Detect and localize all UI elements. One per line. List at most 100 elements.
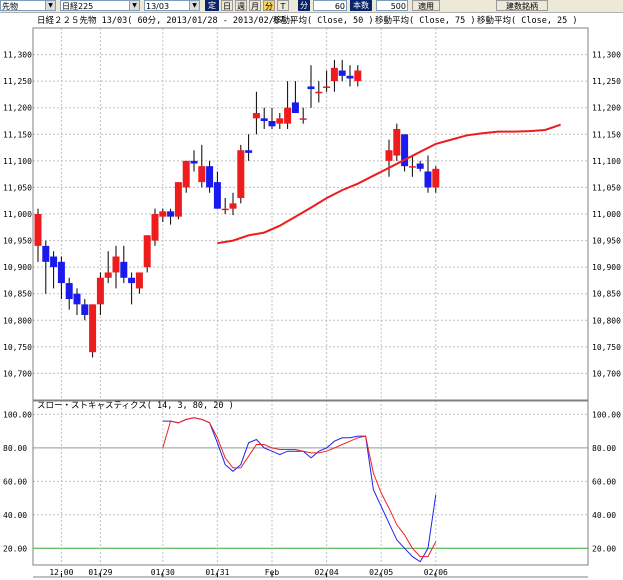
- price-tick-label-left: 11,000: [3, 210, 32, 219]
- axes: 11,300 11,300 11,250 11,250 11,200 11,200 11,1…: [3, 27, 621, 578]
- candle-up: [182, 160, 190, 188]
- candle-down: [50, 256, 58, 268]
- candle-down: [338, 70, 346, 76]
- candle-up: [284, 107, 292, 124]
- stochastics-tick-label-right: 20.00: [592, 544, 616, 553]
- candle-up: [96, 277, 104, 305]
- price-tick-label-right: 11,250: [592, 77, 621, 86]
- time-tick-label: 01/29: [88, 568, 112, 577]
- candle-up: [330, 67, 338, 82]
- stochastics-tick-label-left: 60.00: [3, 477, 27, 486]
- price-tick-label-right: 11,300: [592, 51, 621, 60]
- price-tick-label-left: 11,250: [3, 77, 32, 86]
- brand-button[interactable]: 建数銘柄: [496, 0, 548, 11]
- toolbar: 先物 ▼ 日経225 ▼ 13/03 ▼ 定 日 週 月 分 T 分 60 本数 50…: [0, 0, 623, 13]
- chart-canvas: 11,300 11,300 11,250 11,250 11,200 11,200 11,1…: [3, 15, 621, 578]
- candle-down: [260, 118, 268, 121]
- candle-down: [245, 150, 253, 153]
- stochastic-lines: [162, 417, 437, 563]
- price-tick-label-right: 11,200: [592, 104, 621, 113]
- fixed-label: 定: [205, 0, 219, 11]
- apply-button[interactable]: 適用: [412, 0, 440, 11]
- market-select[interactable]: 先物 ▼: [0, 0, 56, 11]
- price-tick-label-left: 11,100: [3, 157, 32, 166]
- candle-up: [354, 70, 362, 82]
- ma-label-75: 移動平均( Close, 75 ): [375, 15, 476, 26]
- candle-down: [65, 283, 73, 300]
- ma-label-50: 移動平均( Close, 50 ): [273, 15, 374, 26]
- candle-up: [104, 272, 112, 278]
- candle-series: [34, 59, 440, 358]
- candle-down: [167, 211, 175, 217]
- candle-down: [291, 102, 299, 114]
- candle-up: [299, 118, 307, 120]
- candle-up: [385, 150, 393, 161]
- period-button-minute[interactable]: 分: [263, 0, 275, 11]
- chart-labels: 日経２２５先物 13/03( 60分, 2013/01/28 - 2013/02…: [37, 15, 578, 411]
- candle-up: [432, 168, 440, 188]
- time-tick-label: 01/30: [151, 568, 175, 577]
- stochastics-tick-label-left: 20.00: [3, 544, 27, 553]
- candle-up: [34, 214, 42, 246]
- stochastics-tick-label-left: 100.00: [3, 410, 32, 419]
- candle-up: [393, 128, 401, 156]
- time-tick-label: 02/05: [369, 568, 393, 577]
- candle-up: [143, 235, 151, 268]
- count-input[interactable]: 500: [376, 0, 408, 11]
- price-tick-label-left: 10,750: [3, 343, 32, 352]
- candle-down: [81, 304, 89, 315]
- stochastics-tick-label-right: 40.00: [592, 511, 616, 520]
- price-tick-label-left: 11,200: [3, 104, 32, 113]
- period-button-week[interactable]: 週: [235, 0, 247, 11]
- candle-down: [42, 245, 50, 262]
- chevron-down-icon[interactable]: ▼: [189, 1, 199, 10]
- candle-down: [268, 121, 276, 127]
- candle-up: [221, 208, 229, 211]
- ma-label-25: 移動平均( Close, 25 ): [477, 15, 578, 26]
- price-tick-label-right: 11,150: [592, 130, 621, 139]
- price-tick-label-right: 10,750: [592, 343, 621, 352]
- candle-up: [408, 166, 416, 168]
- price-tick-label-left: 10,800: [3, 316, 32, 325]
- stochastics-tick-label-left: 80.00: [3, 444, 27, 453]
- time-tick-label: 02/06: [424, 568, 448, 577]
- candle-down: [73, 293, 81, 305]
- candle-down: [213, 182, 221, 209]
- candle-up: [237, 150, 245, 199]
- period-button-tick[interactable]: T: [277, 0, 289, 11]
- candle-up: [89, 304, 97, 353]
- stochastics-k-line: [162, 417, 437, 563]
- period-button-month[interactable]: 月: [249, 0, 261, 11]
- contract-select[interactable]: 13/03 ▼: [144, 0, 200, 11]
- candle-up: [276, 118, 284, 124]
- chart-title: 日経２２５先物 13/03( 60分, 2013/01/28 - 2013/02…: [37, 15, 294, 26]
- time-tick-label: Feb: [265, 568, 280, 577]
- chevron-down-icon[interactable]: ▼: [129, 1, 139, 10]
- time-tick-label: 02/04: [315, 568, 339, 577]
- time-tick-label: 01/31: [205, 568, 229, 577]
- chevron-down-icon[interactable]: ▼: [45, 1, 55, 10]
- stochastics-tick-label-left: 40.00: [3, 511, 27, 520]
- candle-down: [120, 261, 128, 278]
- price-tick-label-right: 10,900: [592, 263, 621, 272]
- grid: [33, 28, 588, 565]
- index-select[interactable]: 日経225 ▼: [60, 0, 140, 11]
- price-tick-label-left: 10,700: [3, 369, 32, 378]
- candle-up: [229, 203, 237, 209]
- stochastics-tick-label-right: 100.00: [592, 410, 621, 419]
- price-tick-label-right: 11,000: [592, 210, 621, 219]
- candle-up: [174, 182, 182, 217]
- price-tick-label-left: 11,050: [3, 183, 32, 192]
- count-label: 本数: [350, 0, 372, 11]
- price-tick-label-right: 10,800: [592, 316, 621, 325]
- price-tick-label-left: 11,300: [3, 51, 32, 60]
- stochastics-title: スロー・ストキャスティクス( 14, 3, 80, 20 ): [37, 401, 234, 411]
- period-button-day[interactable]: 日: [221, 0, 233, 11]
- price-tick-label-right: 11,100: [592, 157, 621, 166]
- time-tick-label: 12:00: [49, 568, 73, 577]
- candle-up: [151, 214, 159, 241]
- stochastics-tick-label-right: 80.00: [592, 444, 616, 453]
- minute-input[interactable]: 60: [313, 0, 347, 11]
- candle-up: [135, 272, 143, 289]
- price-tick-label-right: 10,850: [592, 290, 621, 299]
